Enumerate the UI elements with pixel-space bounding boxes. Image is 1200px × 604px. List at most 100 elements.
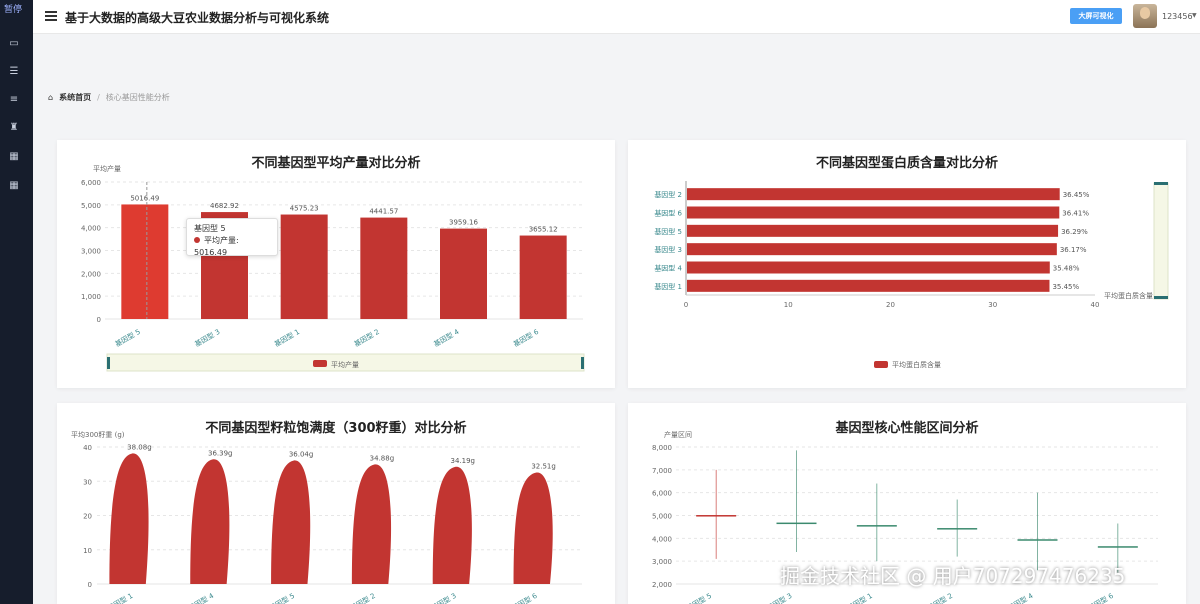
bar [271, 460, 311, 584]
yield-bar-chart: 平均产量 0 1,000 2,000 3,000 4,000 5,000 6,000 5016.… [81, 164, 585, 372]
candle-body [856, 525, 897, 527]
candle-body [1097, 546, 1138, 548]
watermark: 掘金技术社区 @ 用户707297476235 [780, 564, 1126, 588]
value-label: 4682.92 [210, 202, 239, 210]
bar [687, 279, 1050, 292]
y-tick-label: 基因型 5 [654, 227, 682, 236]
legend-swatch [313, 360, 327, 367]
x-tick-label: 10 [784, 301, 793, 309]
y-tick-label: 0 [97, 316, 101, 324]
bar [513, 472, 553, 584]
menu-toggle-icon[interactable] [45, 11, 57, 21]
value-label: 3655.12 [529, 226, 558, 234]
y-tick-label: 基因型 2 [654, 190, 682, 199]
zoom-handle-left [107, 357, 110, 369]
x-tick-label: 0 [684, 301, 688, 309]
y-tick-label: 4,000 [652, 535, 672, 543]
candle-body [776, 522, 817, 525]
value-label: 36.39g [208, 449, 232, 457]
value-label: 3959.16 [449, 219, 478, 227]
y-axis-label: 平均产量 [93, 164, 121, 173]
protein-bar-chart: 0 10 20 30 40 36.45% 基因型 2 36.41% 基因型 6 36.29% 基因型… [654, 181, 1169, 369]
value-label: 36.04g [289, 451, 313, 459]
x-tick-label: 基因型 3 [193, 327, 221, 349]
tooltip-dot [194, 237, 200, 243]
bar [687, 243, 1057, 256]
zoom-slider [1153, 182, 1169, 300]
bar [109, 453, 149, 584]
x-tick-label: 基因型 3 [765, 591, 793, 604]
y-tick-label: 1,000 [81, 293, 101, 301]
breadcrumb-home[interactable]: 系统首页 [59, 92, 91, 103]
bar [687, 224, 1059, 237]
bar [687, 206, 1060, 219]
y-tick-label: 6,000 [81, 179, 101, 187]
x-tick-label: 基因型 3 [429, 591, 457, 604]
zoom-handle-right [581, 357, 584, 369]
bar [280, 214, 328, 319]
sidebar-logo: 暂停 [4, 5, 23, 15]
bigscreen-button[interactable]: 大屏可视化 [1070, 8, 1122, 24]
y-tick-label: 基因型 4 [654, 264, 682, 273]
value-label: 34.19g [451, 457, 475, 465]
x-tick-label: 基因型 4 [187, 591, 216, 604]
seed-weight-bar-chart: 平均300籽重 (g) 0 10 20 30 40 38.08g 基因型 1 36.39g 基因型… [71, 430, 582, 604]
bar [190, 459, 230, 584]
value-label: 4441.57 [369, 208, 398, 216]
sliders-icon[interactable]: ☰ [8, 66, 20, 78]
x-tick-label: 基因型 2 [348, 591, 376, 604]
value-label: 36.29% [1061, 228, 1088, 236]
y-tick-label: 4,000 [81, 225, 101, 233]
x-tick-label: 40 [1091, 301, 1100, 309]
y-tick-label: 3,000 [81, 248, 101, 256]
breadcrumb-current: 核心基因性能分析 [105, 93, 170, 102]
x-tick-label: 基因型 6 [512, 327, 541, 349]
tooltip-title: 基因型 5 [194, 224, 226, 233]
value-label: 5016.49 [130, 194, 159, 202]
tooltip-series: 平均产量 [204, 236, 236, 245]
x-tick-label: 基因型 1 [106, 591, 134, 604]
x-tick-label: 基因型 1 [845, 591, 873, 604]
legend-swatch [874, 361, 888, 368]
grid-icon[interactable]: ▦ [8, 151, 20, 163]
list-icon[interactable]: ≡ [8, 94, 20, 106]
y-tick-label: 20 [83, 513, 92, 521]
chart-tooltip: 基因型 5 平均产量: 5016.49 [186, 218, 278, 257]
value-label: 32.51g [531, 463, 555, 471]
bar [687, 261, 1050, 274]
zoom-handle-bottom [1154, 296, 1168, 299]
y-tick-label: 6,000 [652, 490, 672, 498]
app-title: 基于大数据的高级大豆农业数据分析与可视化系统 [65, 11, 330, 25]
chevron-down-icon[interactable]: ▼ [1192, 12, 1197, 19]
y-axis-label: 平均300籽重 (g) [71, 430, 125, 439]
candle-body [1017, 539, 1058, 541]
x-tick-label: 基因型 5 [685, 591, 713, 604]
candle-body [937, 528, 978, 530]
legend-label: 平均蛋白质含量 [892, 360, 941, 369]
x-tick-label: 基因型 6 [1086, 591, 1115, 604]
y-tick-label: 2,000 [81, 270, 101, 278]
y-tick-label: 5,000 [81, 202, 101, 210]
bar [360, 217, 408, 319]
x-tick-label: 基因型 4 [1006, 591, 1035, 604]
username[interactable]: 123456 [1162, 12, 1193, 21]
bar [121, 204, 169, 319]
y-tick-label: 30 [83, 478, 92, 486]
y-tick-label: 40 [83, 444, 92, 452]
y-tick-label: 基因型 3 [654, 245, 682, 254]
x-tick-label: 30 [988, 301, 997, 309]
y-tick-label: 基因型 1 [654, 282, 682, 291]
y-tick-label: 0 [88, 581, 92, 589]
avatar[interactable] [1133, 4, 1157, 28]
x-tick-label: 基因型 5 [268, 591, 296, 604]
grid-icon-2[interactable]: ▦ [8, 180, 20, 192]
top-header: 基于大数据的高级大豆农业数据分析与可视化系统 大屏可视化 123456 ▼ [33, 0, 1200, 34]
bar [440, 228, 487, 319]
value-label: 38.08g [127, 444, 151, 452]
yield-chart-card: 不同基因型平均产量对比分析 平均产量 0 1,000 2,000 3,000 4,000 5… [57, 140, 615, 388]
window-icon[interactable]: ▭ [8, 38, 20, 50]
x-tick-label: 基因型 4 [432, 327, 461, 349]
value-label: 36.41% [1062, 210, 1089, 218]
x-tick-label: 基因型 2 [926, 591, 954, 604]
trophy-icon[interactable]: ♜ [8, 122, 20, 134]
